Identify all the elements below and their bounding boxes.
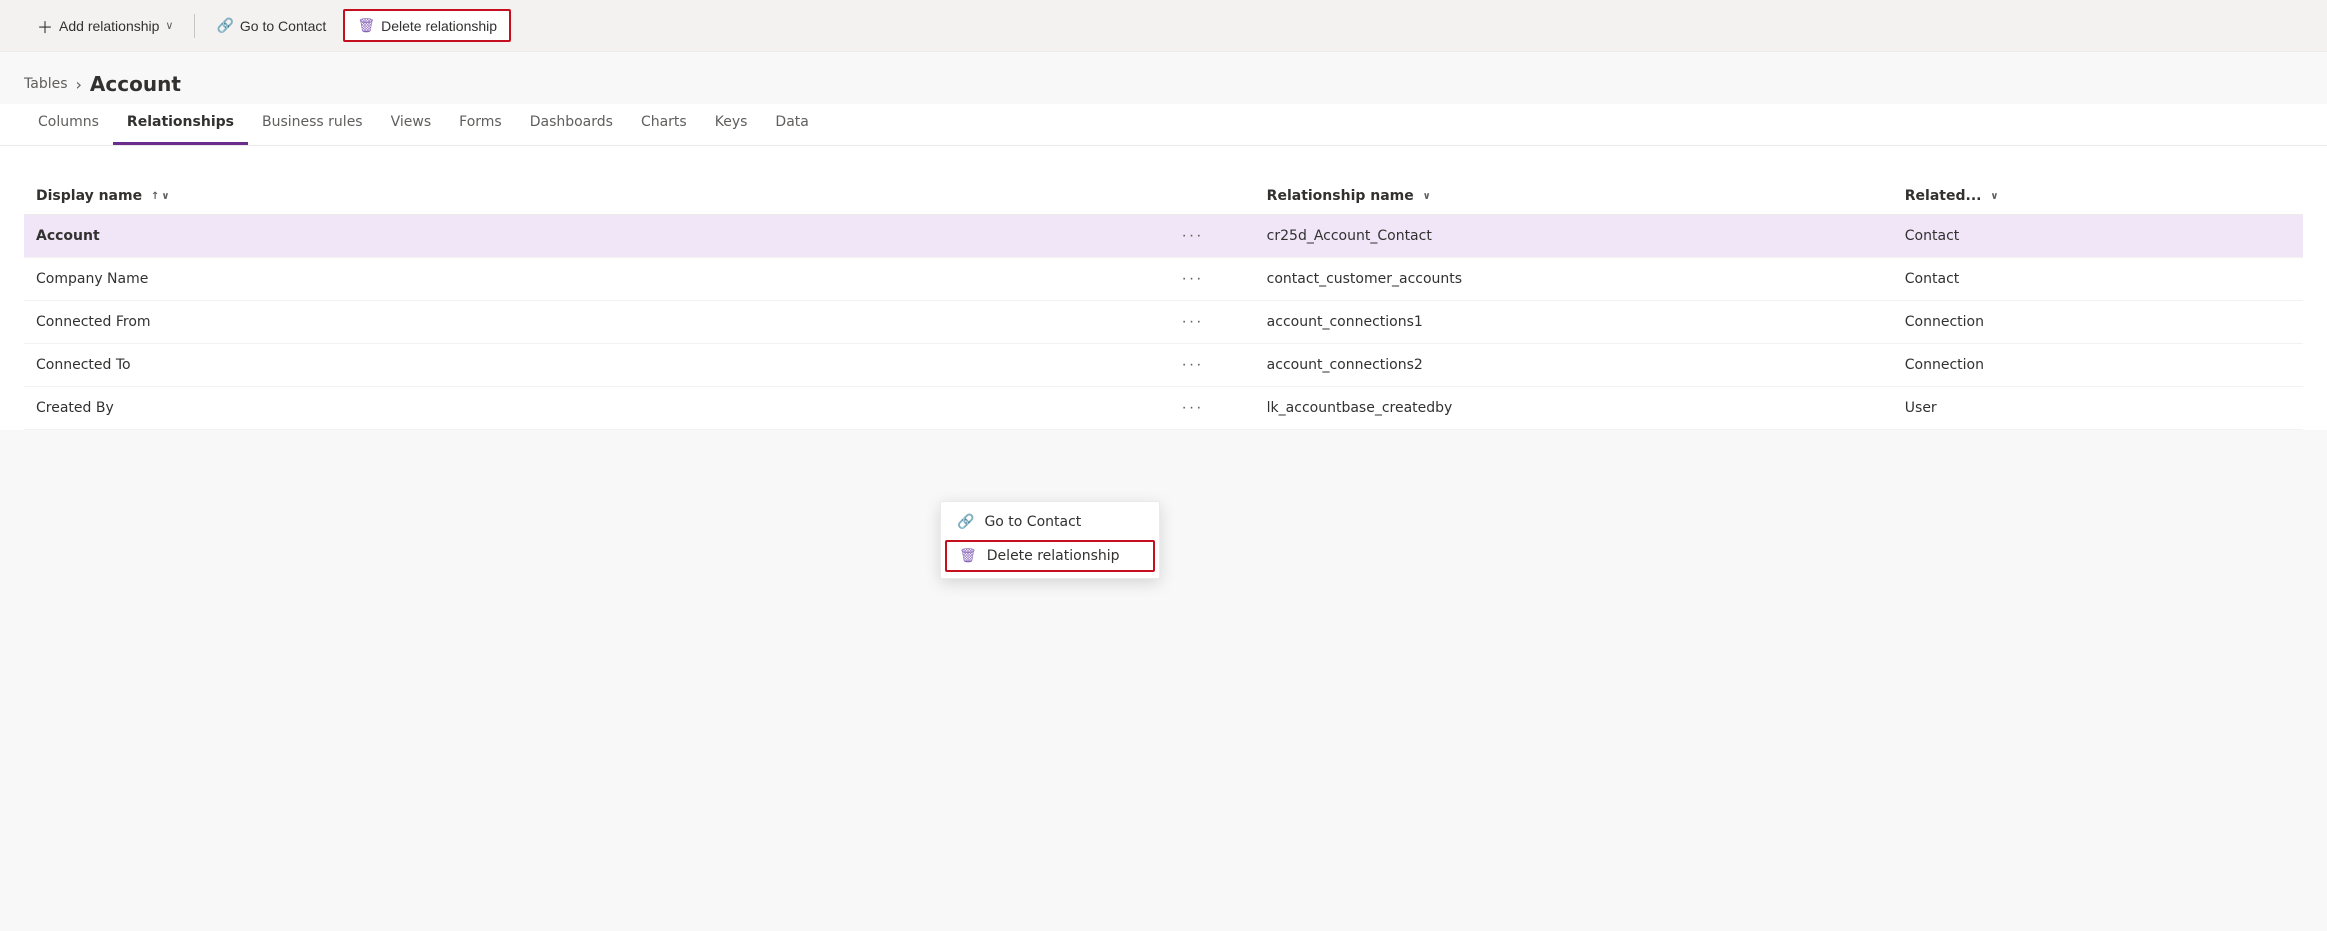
cell-display-name: Account [24, 215, 1164, 258]
cell-dots[interactable]: ··· [1164, 258, 1255, 301]
toolbar-divider-1 [194, 14, 195, 38]
tab-keys[interactable]: Keys [701, 104, 762, 145]
cell-dots[interactable]: ··· [1164, 387, 1255, 430]
sort-icons-related: ∨ [1990, 191, 1998, 202]
cell-related: Connection [1893, 301, 2303, 344]
sort-desc-rel-icon: ∨ [1423, 191, 1431, 202]
tab-views[interactable]: Views [377, 104, 446, 145]
col-header-relationship-name[interactable]: Relationship name ∨ [1255, 178, 1893, 215]
cell-dots[interactable]: ··· [1164, 344, 1255, 387]
tab-relationships[interactable]: Relationships [113, 104, 248, 145]
row-actions-button[interactable]: ··· [1176, 354, 1210, 376]
sort-desc-icon: ∨ [161, 191, 169, 202]
breadcrumb-parent[interactable]: Tables [24, 76, 68, 92]
breadcrumb-current: Account [90, 72, 181, 96]
cell-related: Contact [1893, 258, 2303, 301]
cell-rel-name: cr25d_Account_Contact [1255, 215, 1893, 258]
col-header-display-name[interactable]: Display name ↑ ∨ [24, 178, 1164, 215]
cell-rel-name: account_connections1 [1255, 301, 1893, 344]
tab-columns[interactable]: Columns [24, 104, 113, 145]
context-go-to-contact-label: Go to Contact [984, 514, 1081, 530]
cell-related: User [1893, 387, 2303, 430]
cell-dots[interactable]: ··· [1164, 215, 1255, 258]
cell-display-name: Created By [24, 387, 1164, 430]
table-header-row: Display name ↑ ∨ Relationship name ∨ Rel… [24, 178, 2303, 215]
tab-data[interactable]: Data [761, 104, 822, 145]
cell-rel-name: lk_accountbase_createdby [1255, 387, 1893, 430]
row-actions-button[interactable]: ··· [1176, 311, 1210, 333]
cell-rel-name: contact_customer_accounts [1255, 258, 1893, 301]
context-trash-icon: 🗑 [959, 548, 977, 564]
context-menu-delete-relationship[interactable]: 🗑 Delete relationship [945, 540, 1155, 572]
row-actions-button[interactable]: ··· [1176, 268, 1210, 290]
context-menu: 🔗 Go to Contact 🗑 Delete relationship [940, 501, 1160, 579]
tab-forms[interactable]: Forms [445, 104, 516, 145]
cell-dots[interactable]: ··· [1164, 301, 1255, 344]
cell-related: Connection [1893, 344, 2303, 387]
relationships-table: Display name ↑ ∨ Relationship name ∨ Rel… [24, 178, 2303, 430]
col-header-related[interactable]: Related... ∨ [1893, 178, 2303, 215]
add-relationship-button[interactable]: ＋ Add relationship ∨ [24, 7, 186, 45]
sort-icons-rel-name: ∨ [1423, 191, 1431, 202]
cell-display-name: Connected To [24, 344, 1164, 387]
plus-icon: ＋ [37, 14, 53, 38]
row-actions-button[interactable]: ··· [1176, 225, 1210, 247]
context-link-icon: 🔗 [957, 514, 974, 530]
table-row[interactable]: Company Name ··· contact_customer_accoun… [24, 258, 2303, 301]
sort-icons-display-name: ↑ ∨ [151, 191, 170, 202]
cell-rel-name: account_connections2 [1255, 344, 1893, 387]
table-row[interactable]: Connected To ··· account_connections2 Co… [24, 344, 2303, 387]
table-row[interactable]: Connected From ··· account_connections1 … [24, 301, 2303, 344]
cell-display-name: Connected From [24, 301, 1164, 344]
trash-icon: 🗑 [357, 17, 375, 34]
context-delete-relationship-label: Delete relationship [987, 548, 1120, 564]
go-to-contact-label: Go to Contact [240, 18, 326, 34]
cell-display-name: Company Name [24, 258, 1164, 301]
content-area: Display name ↑ ∨ Relationship name ∨ Rel… [0, 146, 2327, 430]
table-row[interactable]: Account ··· cr25d_Account_Contact Contac… [24, 215, 2303, 258]
col-header-actions [1164, 178, 1255, 215]
context-menu-go-to-contact[interactable]: 🔗 Go to Contact [941, 506, 1159, 538]
delete-relationship-button[interactable]: 🗑 Delete relationship [343, 9, 511, 42]
tab-charts[interactable]: Charts [627, 104, 701, 145]
tab-business-rules[interactable]: Business rules [248, 104, 377, 145]
add-chevron-icon: ∨ [165, 19, 173, 32]
add-relationship-label: Add relationship [59, 18, 159, 34]
cell-related: Contact [1893, 215, 2303, 258]
breadcrumb-separator: › [76, 75, 82, 94]
link-icon: 🔗 [216, 17, 233, 34]
delete-relationship-label: Delete relationship [381, 18, 497, 34]
tab-dashboards[interactable]: Dashboards [516, 104, 627, 145]
sort-desc-related-icon: ∨ [1990, 191, 1998, 202]
table-row[interactable]: Created By ··· lk_accountbase_createdby … [24, 387, 2303, 430]
breadcrumb: Tables › Account [0, 52, 2327, 100]
go-to-contact-button[interactable]: 🔗 Go to Contact [203, 10, 339, 41]
toolbar: ＋ Add relationship ∨ 🔗 Go to Contact 🗑 D… [0, 0, 2327, 52]
tab-bar: Columns Relationships Business rules Vie… [0, 104, 2327, 146]
row-actions-button[interactable]: ··· [1176, 397, 1210, 419]
sort-asc-icon: ↑ [151, 191, 159, 202]
